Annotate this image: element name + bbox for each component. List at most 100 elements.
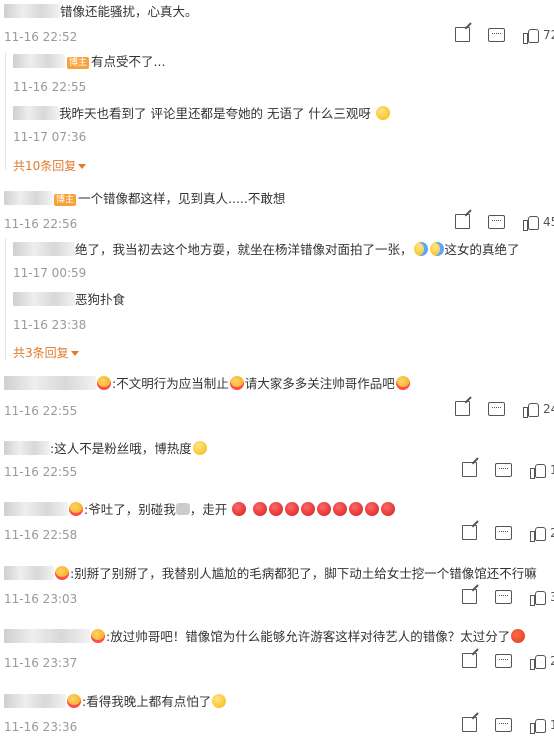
angry-emoji-icon [365, 502, 380, 516]
reply-time: 11-16 22:55 [13, 80, 87, 94]
comment-1: 错像还能骚扰，心真大。 [4, 4, 198, 20]
comment-time: 11-16 22:58 [4, 528, 78, 542]
tomato-emoji-icon [511, 629, 526, 643]
laugh-cry-emoji-icon [413, 242, 428, 256]
angry-emoji-icon [269, 502, 284, 516]
reply-time: 11-16 23:38 [13, 318, 87, 332]
hand-emoji-icon [175, 503, 190, 515]
comment-3: :不文明行为应当制止 请大家多多关注帅哥作品吧 [4, 376, 411, 392]
comment-time: 11-16 22:56 [4, 217, 78, 231]
heart-eyes-emoji-icon [229, 376, 244, 390]
angry-emoji-icon [232, 502, 247, 516]
like-icon[interactable] [530, 654, 546, 670]
heart-eyes-emoji-icon [91, 629, 105, 643]
comment-icon[interactable] [495, 525, 512, 540]
angry-emoji-icon [301, 502, 316, 516]
like-icon[interactable] [523, 215, 539, 231]
share-icon[interactable] [462, 462, 477, 477]
smirk-emoji-icon [192, 441, 207, 455]
share-icon[interactable] [455, 27, 470, 42]
like-count: 1 [550, 717, 554, 732]
like-icon[interactable] [523, 402, 539, 418]
like-count: 24 [543, 401, 554, 416]
username-blurred[interactable] [13, 106, 59, 120]
share-icon[interactable] [462, 653, 477, 668]
like-count: 2 [550, 525, 554, 540]
comment-time: 11-16 23:36 [4, 720, 78, 734]
comment-8: :看得我晚上都有点怕了 [4, 694, 227, 710]
reply-thread-line [5, 238, 6, 360]
like-icon[interactable] [523, 28, 539, 44]
username-blurred[interactable] [4, 376, 96, 390]
comment-time: 11-16 22:55 [4, 404, 78, 418]
share-icon[interactable] [455, 401, 470, 416]
comment-actions: 24 [455, 401, 554, 418]
username-blurred[interactable] [4, 4, 60, 18]
comment-5: :爷吐了，别碰我 ，走开 [4, 502, 396, 518]
comment-6: :别掰了别掰了，我替别人尴尬的毛病都犯了，脚下动土给女士挖一个错像馆还不行嘛 [4, 566, 537, 582]
angry-emoji-icon [285, 502, 300, 516]
comment-actions: 1 [462, 462, 554, 479]
heart-eyes-emoji-icon [67, 694, 81, 708]
like-icon[interactable] [530, 526, 546, 542]
username-blurred[interactable] [4, 629, 90, 643]
username-blurred[interactable] [4, 502, 68, 516]
comment-actions: 2 [462, 653, 554, 670]
angry-emoji-icon [381, 502, 396, 516]
laugh-cry-emoji-icon [429, 242, 444, 256]
comment-2: 博主 一个错像都这样，见到真人.....不敢想 [4, 191, 285, 207]
reply-3: 绝了，我当初去这个地方耍，就坐在杨洋错像对面拍了一张， 这女的真绝了 [13, 242, 520, 258]
comment-time: 11-16 22:55 [4, 465, 78, 479]
username-blurred[interactable] [4, 191, 52, 205]
username-blurred[interactable] [4, 694, 66, 708]
smile-emoji-icon [212, 694, 227, 708]
like-icon[interactable] [530, 463, 546, 479]
like-count: 72 [543, 27, 554, 42]
comment-actions: 45 [455, 214, 554, 231]
username-blurred[interactable] [4, 566, 54, 580]
reply-1: 博主 有点受不了... [13, 54, 165, 70]
comment-icon[interactable] [488, 27, 505, 42]
caret-down-icon [78, 164, 87, 169]
comment-icon[interactable] [488, 214, 505, 229]
comment-time: 11-16 22:52 [4, 30, 78, 44]
comment-time: 11-16 23:37 [4, 656, 78, 670]
username-blurred[interactable] [13, 242, 75, 256]
angry-emoji-icon [317, 502, 332, 516]
username-blurred[interactable] [13, 292, 75, 306]
comment-time: 11-16 23:03 [4, 592, 78, 606]
reply-time: 11-17 07:36 [13, 130, 87, 144]
reply-thread-line [5, 52, 6, 170]
like-icon[interactable] [530, 718, 546, 734]
share-icon[interactable] [462, 717, 477, 732]
comment-actions: 1 [462, 717, 554, 734]
comment-7: :放过帅哥吧！错像馆为什么能够允许游客这样对待艺人的错像？太过分了 [4, 629, 526, 645]
more-replies-link[interactable]: 共3条回复 [13, 344, 79, 361]
comment-icon[interactable] [495, 589, 512, 604]
username-blurred[interactable] [4, 441, 50, 455]
comment-4: :这人不是粉丝哦，博热度 [4, 441, 208, 457]
comment-icon[interactable] [495, 653, 512, 668]
caret-down-icon [70, 351, 79, 356]
angry-emoji-icon [349, 502, 364, 516]
comment-actions: 3 [462, 589, 554, 606]
like-icon[interactable] [530, 590, 546, 606]
share-icon[interactable] [462, 589, 477, 604]
comment-icon[interactable] [495, 462, 512, 477]
reply-time: 11-17 00:59 [13, 266, 87, 280]
like-count: 45 [543, 214, 554, 229]
comment-icon[interactable] [495, 717, 512, 732]
reply-4: 恶狗扑食 [13, 292, 125, 308]
heart-eyes-emoji-icon [395, 376, 410, 390]
comment-icon[interactable] [488, 401, 505, 416]
like-count: 2 [550, 653, 554, 668]
share-icon[interactable] [455, 214, 470, 229]
username-blurred[interactable] [13, 54, 65, 68]
share-icon[interactable] [462, 525, 477, 540]
comment-actions: 72 [455, 27, 554, 44]
heart-eyes-emoji-icon [69, 502, 83, 516]
author-badge: 博主 [54, 194, 77, 206]
heart-eyes-emoji-icon [97, 376, 111, 390]
more-replies-link[interactable]: 共10条回复 [13, 157, 87, 174]
author-badge: 博主 [67, 57, 90, 69]
